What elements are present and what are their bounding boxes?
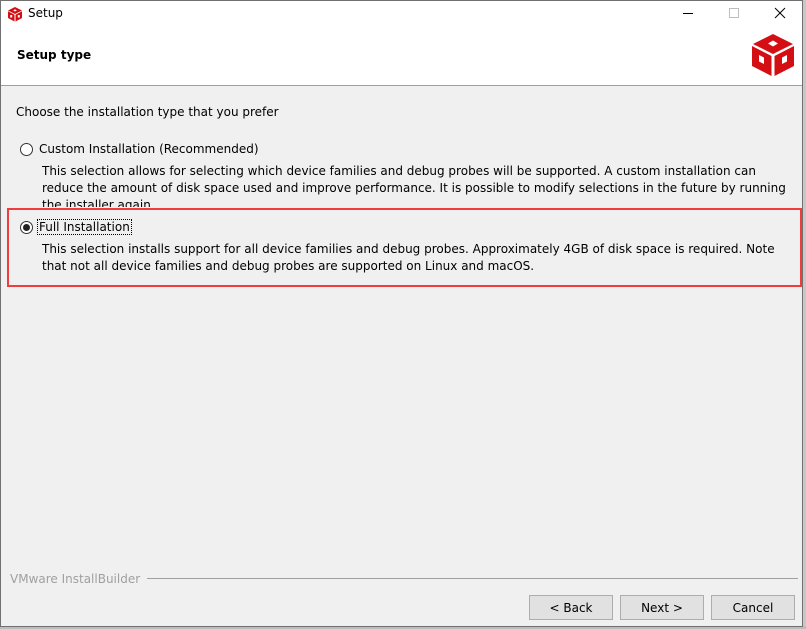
installer-brand-label: VMware InstallBuilder [10,572,141,586]
page-title: Setup type [17,48,92,62]
window-title: Setup [28,6,63,20]
close-button[interactable] [757,1,803,27]
footer-divider [147,578,798,579]
setup-window: Setup Setup type Choose the installation… [0,0,803,627]
minimize-button[interactable] [665,1,711,27]
title-bar[interactable]: Setup [1,1,802,27]
red-cube-icon [7,6,23,22]
full-installation-radio[interactable] [20,220,33,234]
back-button[interactable]: < Back [529,595,613,620]
maximize-icon [728,7,740,22]
wizard-header: Setup type [1,27,802,86]
cancel-button[interactable]: Cancel [711,595,795,620]
full-installation-label[interactable]: Full Installation [37,219,132,235]
wizard-content: Choose the installation type that you pr… [1,86,802,626]
instruction-text: Choose the installation type that you pr… [16,105,279,119]
red-cube-logo-icon [750,32,796,78]
next-button[interactable]: Next > [620,595,704,620]
custom-installation-radio[interactable] [20,142,33,156]
custom-installation-option[interactable]: Custom Installation (Recommended) [20,142,260,156]
full-installation-description: This selection installs support for all … [42,242,775,273]
custom-installation-description: This selection allows for selecting whic… [42,164,786,207]
maximize-button[interactable] [711,1,757,27]
full-installation-option[interactable]: Full Installation [20,219,132,235]
close-icon [774,7,786,22]
minimize-icon [682,7,694,22]
custom-installation-label[interactable]: Custom Installation (Recommended) [38,142,260,156]
